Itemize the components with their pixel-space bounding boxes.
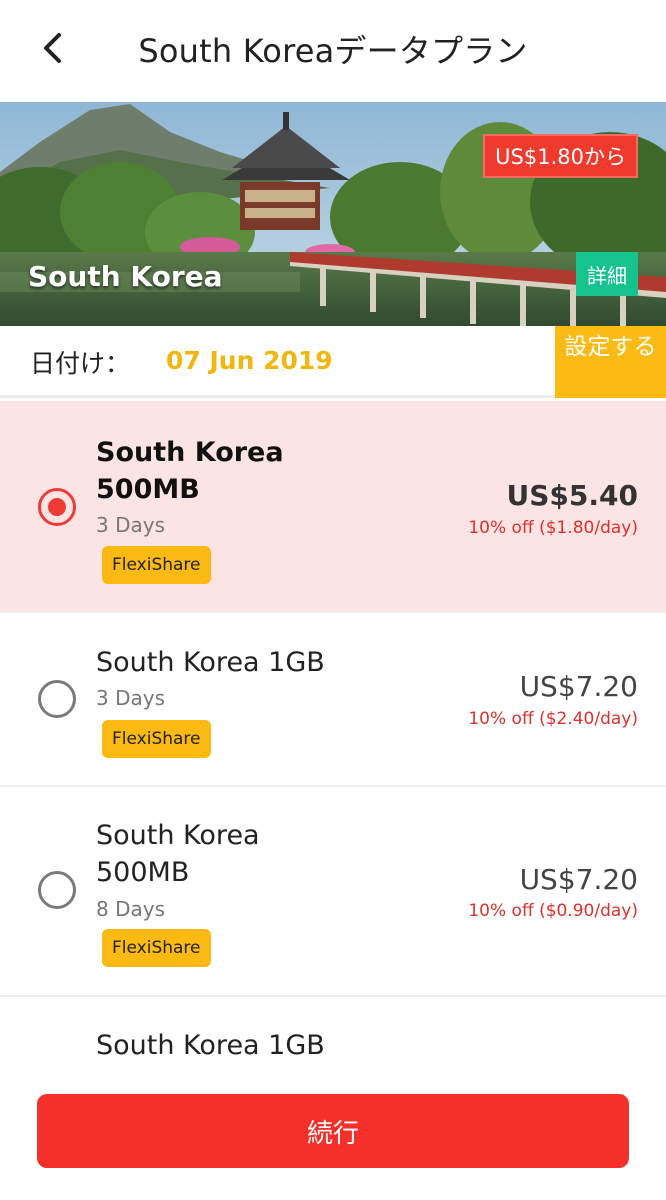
details-button[interactable]: 詳細 [576,252,638,296]
flexishare-badge: FlexiShare [102,546,211,584]
plan-discount: 10% off ($2.40/day) [468,709,638,729]
plan-item[interactable]: South Korea 500MB 3 Days FlexiShare US$5… [0,401,666,613]
radio-unselected[interactable] [38,680,76,718]
continue-button[interactable]: 続行 [37,1094,629,1168]
hero-country-name: South Korea [28,260,223,293]
plan-price: US$5.40 [506,479,638,512]
plan-discount: 10% off ($1.80/day) [468,518,638,538]
plan-name: South Korea 500MB [96,820,260,888]
radio-selected[interactable] [38,488,76,526]
page-title: South Koreaデータプラン [138,32,528,70]
plan-item[interactable]: South Korea 500MB 8 Days FlexiShare US$7… [0,787,666,997]
plan-price: US$7.20 [519,670,638,703]
flexishare-badge: FlexiShare [102,929,211,967]
plan-name: South Korea 1GB [96,647,325,678]
flexishare-badge: FlexiShare [102,720,211,758]
plan-price: US$7.20 [519,863,638,896]
price-from-badge: US$1.80から [483,134,638,178]
app-header: South Koreaデータプラン [0,0,666,100]
plan-days: 8 Days [96,897,165,921]
plan-discount: 10% off ($0.90/day) [468,901,638,921]
date-value[interactable]: 07 Jun 2019 [166,346,333,375]
plan-days: 3 Days [96,686,165,710]
plan-name: South Korea 1GB [96,1030,325,1061]
radio-unselected[interactable] [38,871,76,909]
date-label: 日付け： [30,349,131,378]
date-row: 日付け： 07 Jun 2019 設定する [0,326,666,398]
plan-days: 3 Days [96,513,165,537]
set-date-button[interactable]: 設定する [555,326,666,398]
plan-item[interactable]: South Korea 1GB 3 Days FlexiShare US$7.2… [0,613,666,787]
plan-name: South Korea 500MB [96,437,284,505]
hero-banner: US$1.80から South Korea 詳細 [0,102,666,326]
